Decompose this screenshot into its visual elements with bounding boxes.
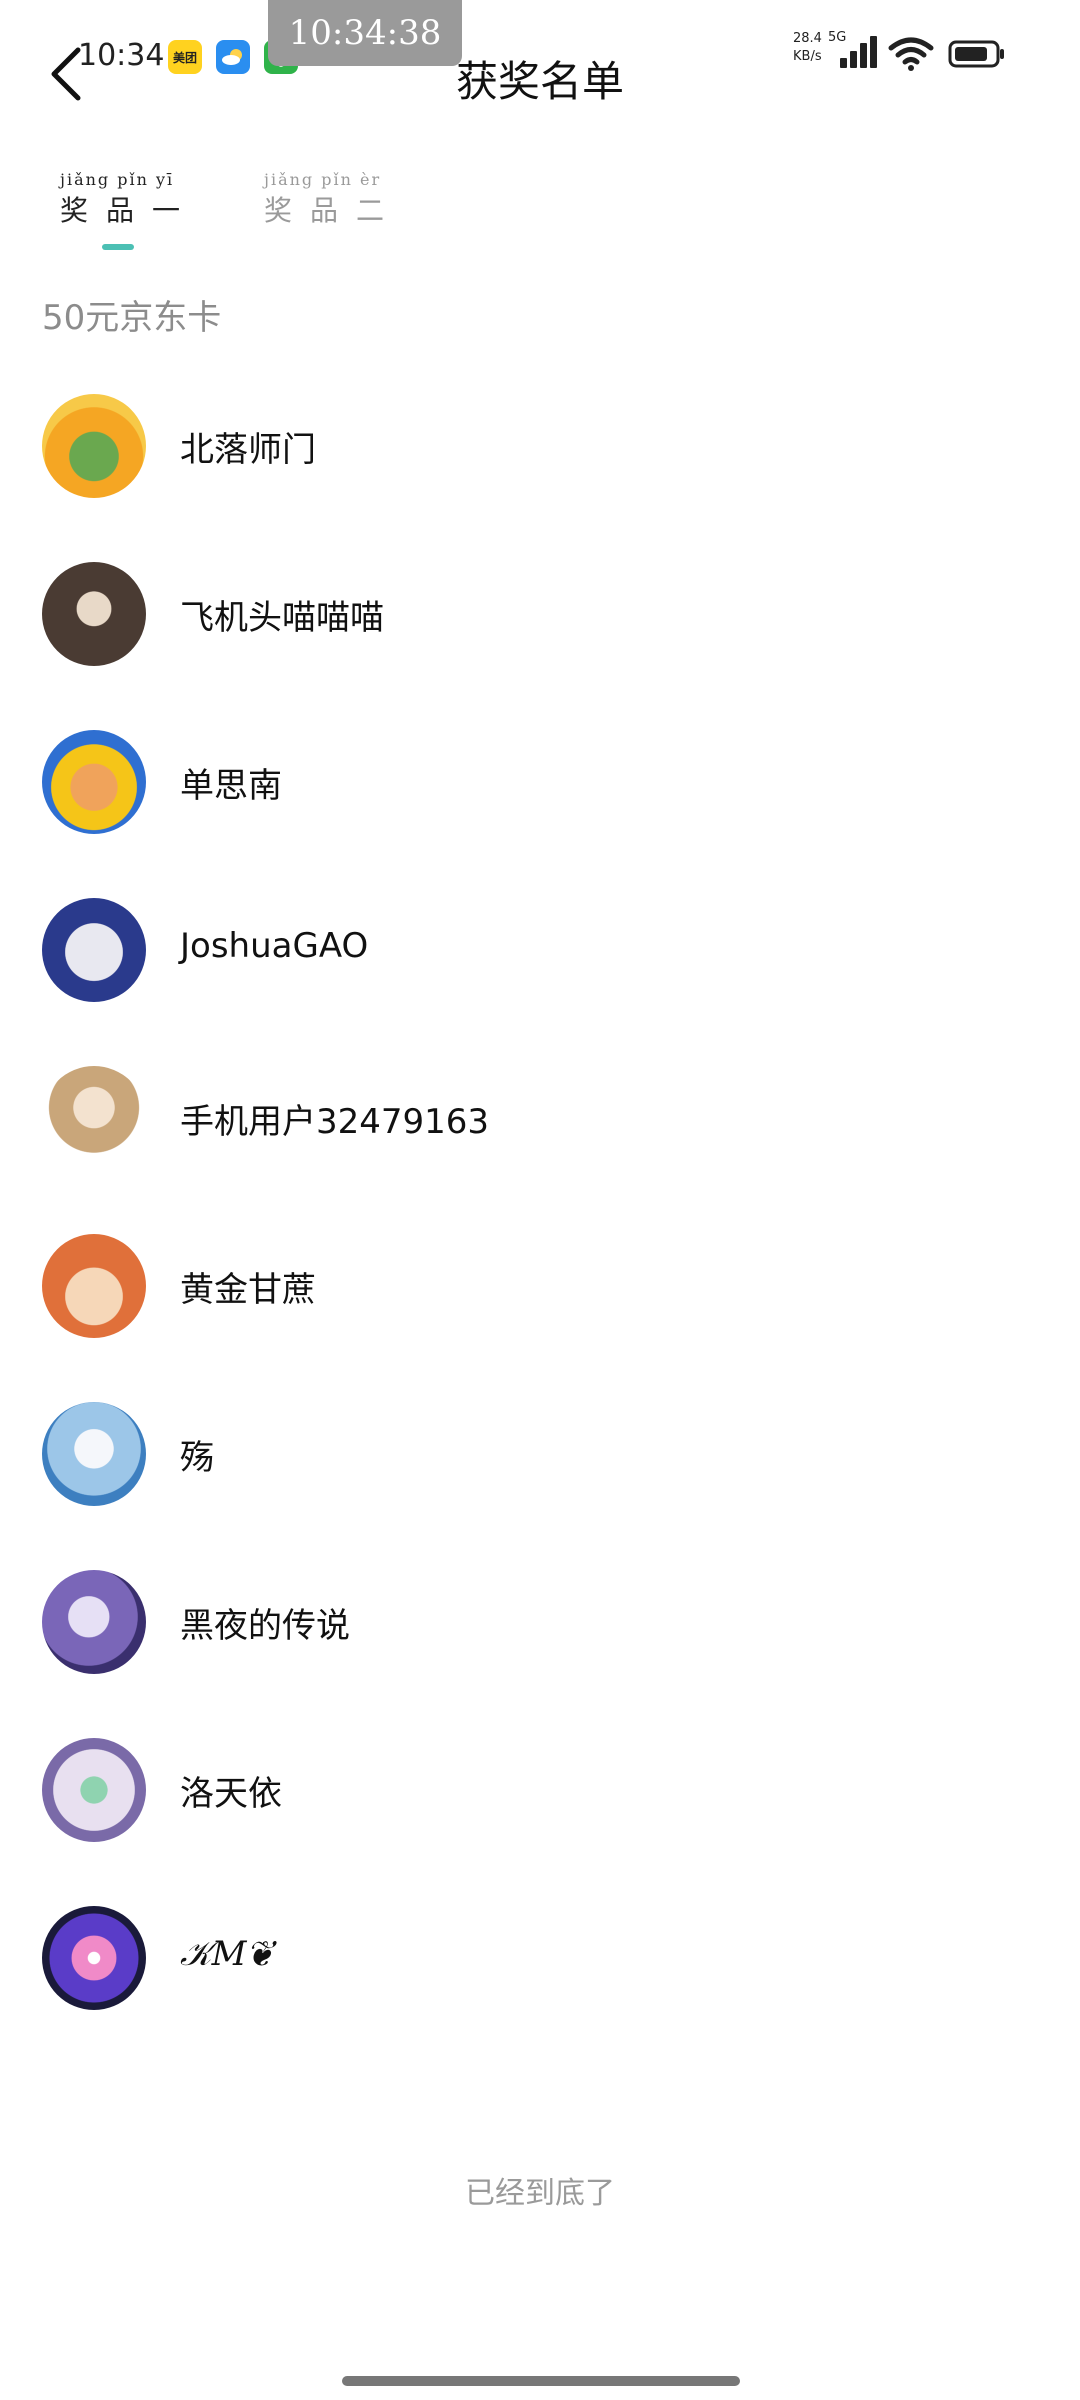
tab-prize-two[interactable]: jiǎng pǐn èr 奖品二 [264, 170, 402, 250]
home-indicator[interactable] [342, 2376, 740, 2386]
list-item[interactable]: 北落师门 [0, 386, 1080, 554]
winner-name: JoshuaGAO [180, 926, 369, 966]
header: 获奖名单 [0, 40, 1080, 110]
winner-name: 飞机头喵喵喵 [180, 598, 384, 638]
avatar[interactable] [42, 898, 146, 1002]
winner-list: 北落师门 飞机头喵喵喵 单思南 JoshuaGAO 手机用户32479163 黄… [0, 386, 1080, 2066]
avatar[interactable] [42, 1066, 146, 1170]
tab-pinyin: jiǎng pǐn èr [264, 170, 382, 189]
avatar[interactable] [42, 1234, 146, 1338]
winner-name: 𝒦𝑀❦ [180, 1934, 273, 1974]
list-item[interactable]: 殇 [0, 1394, 1080, 1562]
list-item[interactable]: 飞机头喵喵喵 [0, 554, 1080, 722]
list-item[interactable]: 手机用户32479163 [0, 1058, 1080, 1226]
prize-tabs: jiǎng pǐn yī 奖品一 jiǎng pǐn èr 奖品二 [0, 170, 1080, 250]
winner-name: 北落师门 [180, 430, 316, 470]
avatar[interactable] [42, 730, 146, 834]
tab-pinyin: jiǎng pǐn yī [60, 170, 175, 189]
tab-prize-one[interactable]: jiǎng pǐn yī 奖品一 [60, 170, 198, 250]
avatar[interactable] [42, 1402, 146, 1506]
tab-active-indicator [102, 244, 134, 250]
winner-name: 洛天依 [180, 1774, 282, 1814]
winner-name: 殇 [180, 1438, 214, 1478]
list-item[interactable]: 𝒦𝑀❦ [0, 1898, 1080, 2066]
avatar[interactable] [42, 1570, 146, 1674]
list-item[interactable]: 黄金甘蔗 [0, 1226, 1080, 1394]
winner-name: 单思南 [180, 766, 282, 806]
prize-title: 50元京东卡 [42, 298, 222, 338]
tab-label: 奖品一 [60, 194, 199, 227]
tab-label: 奖品二 [264, 194, 403, 227]
list-item[interactable]: 洛天依 [0, 1730, 1080, 1898]
avatar[interactable] [42, 1906, 146, 2010]
list-item[interactable]: 黑夜的传说 [0, 1562, 1080, 1730]
avatar[interactable] [42, 562, 146, 666]
avatar[interactable] [42, 394, 146, 498]
list-item[interactable]: JoshuaGAO [0, 890, 1080, 1058]
page-title: 获奖名单 [455, 57, 624, 106]
avatar[interactable] [42, 1738, 146, 1842]
winner-name: 手机用户32479163 [180, 1102, 490, 1142]
list-item[interactable]: 单思南 [0, 722, 1080, 890]
winner-name: 黄金甘蔗 [180, 1270, 316, 1310]
winner-name: 黑夜的传说 [180, 1606, 350, 1646]
end-of-list-text: 已经到底了 [465, 2176, 615, 2211]
